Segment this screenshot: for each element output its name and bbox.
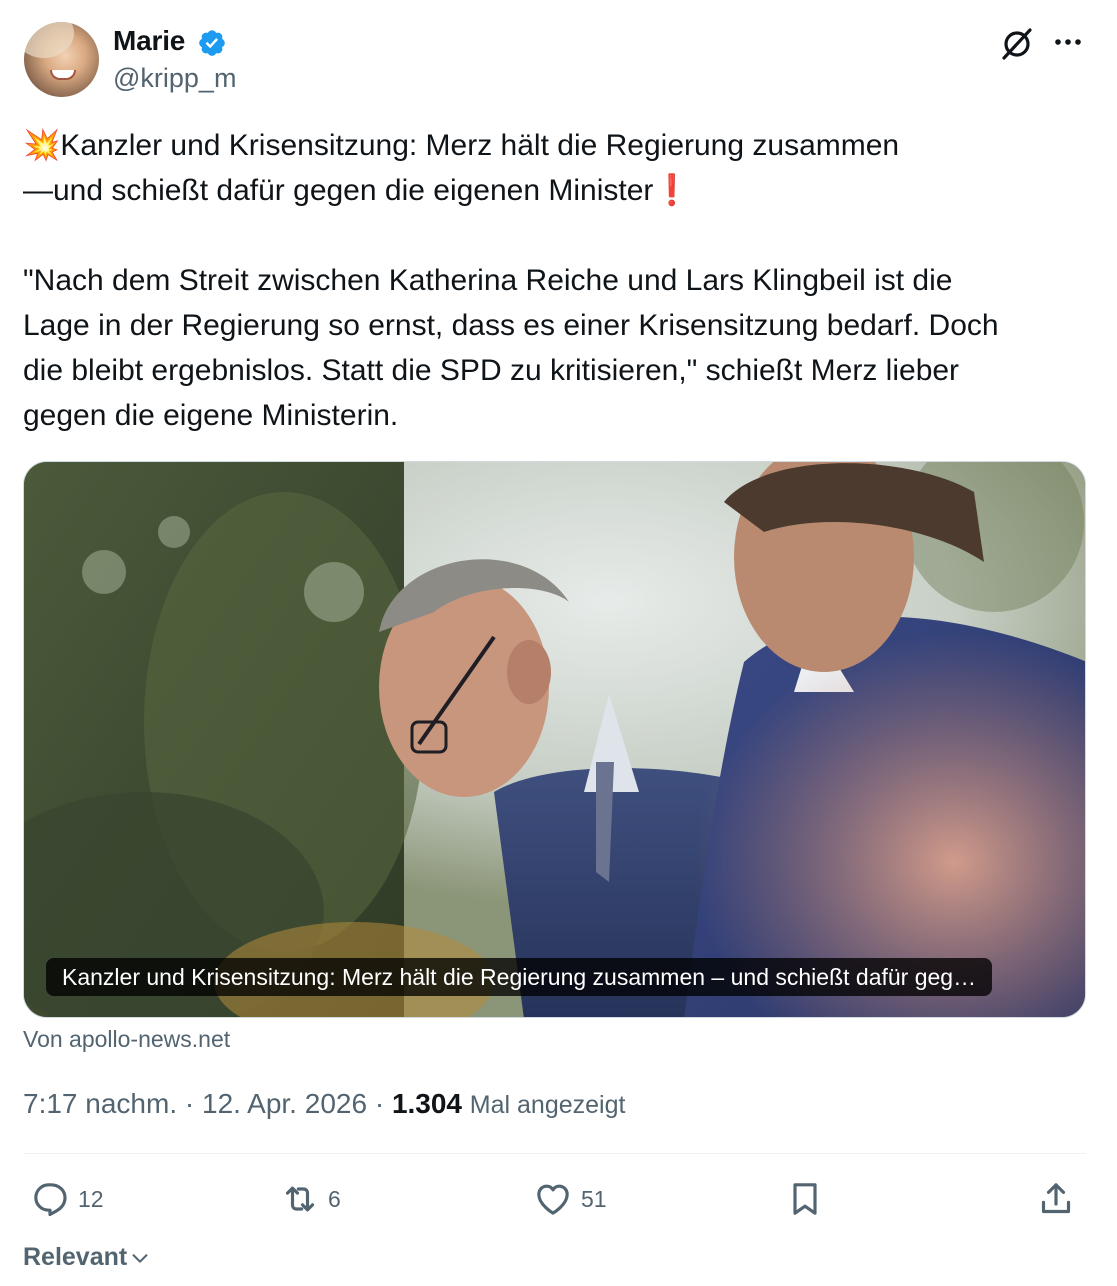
tweet-line: die bleibt ergebnislos. Statt die SPD zu… <box>23 354 960 387</box>
view-count-label: Mal angezeigt <box>469 1091 626 1119</box>
reply-count: 12 <box>78 1185 104 1212</box>
chevron-down-icon <box>132 1253 148 1263</box>
avatar-smile <box>50 70 76 80</box>
repost-count: 6 <box>328 1185 341 1212</box>
tweet-date[interactable]: 12. Apr. 2026 <box>202 1088 367 1119</box>
tweet-text: 💥Kanzler und Krisensitzung: Merz hält di… <box>23 123 1093 438</box>
tweet-line: —und schießt dafür gegen die eigenen Min… <box>23 174 691 207</box>
share-button[interactable] <box>1036 1178 1076 1220</box>
author-avatar[interactable] <box>24 22 99 97</box>
tweet-line: gegen die eigene Ministerin. <box>23 399 399 432</box>
meta-separator: · <box>374 1088 385 1119</box>
share-icon <box>1041 1183 1071 1214</box>
tweet-line: "Nach dem Streit zwischen Katherina Reic… <box>23 264 953 297</box>
bookmark-button[interactable] <box>785 1178 825 1220</box>
like-button[interactable]: 51 <box>533 1178 607 1220</box>
tweet-time[interactable]: 7:17 nachm. <box>23 1088 177 1119</box>
bookmark-icon <box>793 1183 817 1215</box>
card-photo <box>24 462 1085 1017</box>
tweet-line: Lage in der Regierung so ernst, dass es … <box>23 309 999 342</box>
tweet-meta: 7:17 nachm. · 12. Apr. 2026 · 1.304 Mal … <box>23 1088 625 1120</box>
link-card[interactable]: Kanzler und Krisensitzung: Merz hält die… <box>23 461 1086 1018</box>
avatar-hair <box>24 22 74 58</box>
reply-button[interactable]: 12 <box>30 1178 104 1220</box>
repost-button[interactable]: 6 <box>280 1178 341 1220</box>
meta-separator: · <box>184 1088 195 1119</box>
grok-icon[interactable] <box>1000 27 1034 61</box>
sort-dropdown[interactable]: Relevant <box>23 1243 151 1272</box>
author-handle[interactable]: @kripp_m <box>113 63 236 94</box>
author-name[interactable]: Marie <box>113 25 185 57</box>
view-count: 1.304 <box>391 1088 463 1119</box>
card-caption: Kanzler und Krisensitzung: Merz hält die… <box>46 958 993 996</box>
divider <box>23 1153 1086 1154</box>
more-icon[interactable] <box>1053 34 1083 50</box>
sort-label: Relevant <box>23 1243 128 1271</box>
heart-icon <box>537 1184 569 1215</box>
reply-icon <box>34 1183 67 1217</box>
repost-icon <box>285 1186 315 1212</box>
tweet-line: 💥Kanzler und Krisensitzung: Merz hält di… <box>23 129 900 162</box>
like-count: 51 <box>581 1185 607 1212</box>
card-source[interactable]: Von apollo-news.net <box>23 1026 230 1053</box>
verified-badge-icon <box>199 30 225 56</box>
